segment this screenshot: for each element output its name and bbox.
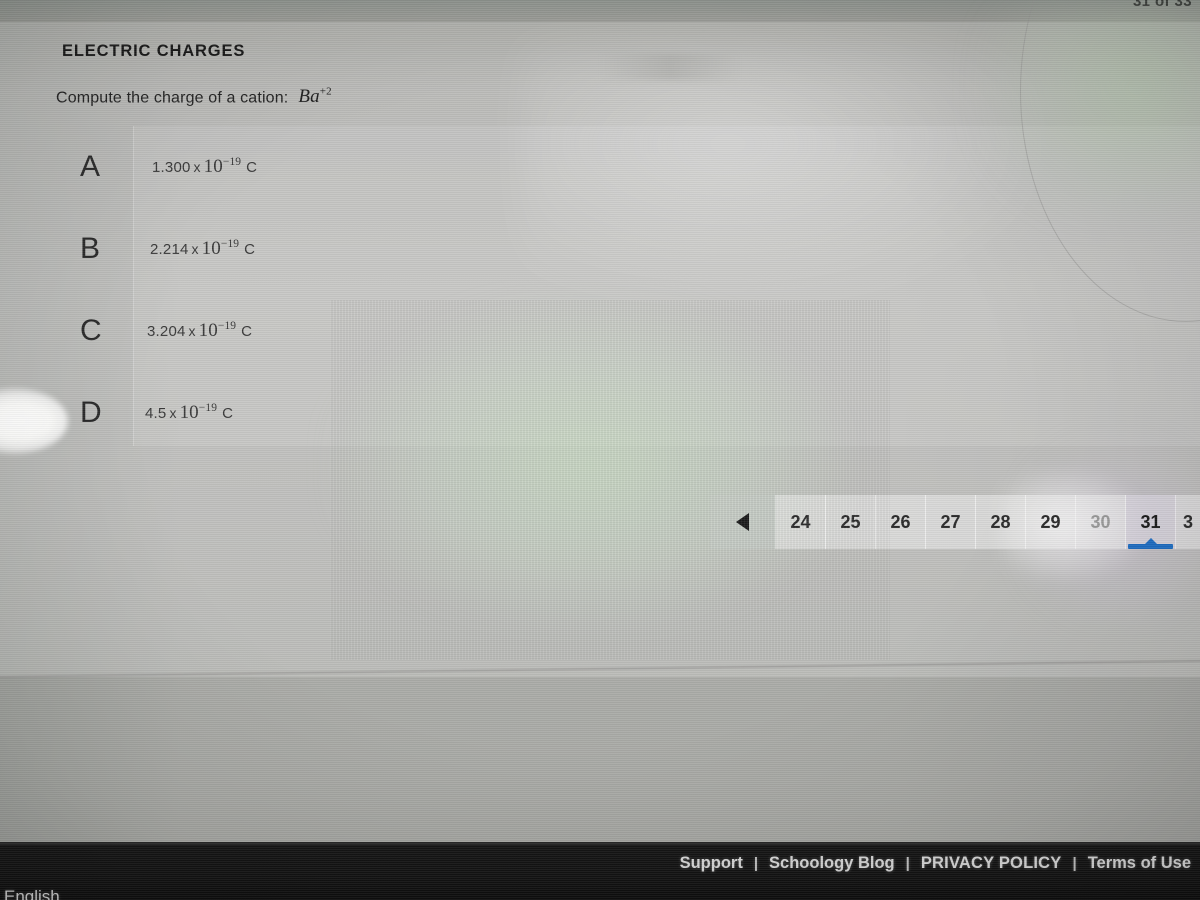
question-prompt: Compute the charge of a cation: Ba+2 — [56, 86, 332, 108]
option-exponent: −19 — [198, 402, 218, 414]
footer-link-privacy-policy[interactable]: PRIVACY POLICY — [912, 854, 1071, 873]
question-counter: 31 of 33 — [1132, 0, 1192, 10]
footer-top-edge — [0, 842, 1200, 845]
option-letter: C — [80, 314, 102, 347]
option-base: 10 — [203, 156, 223, 177]
pagination[interactable]: 24 25 26 27 28 29 30 31 3 — [710, 495, 1200, 549]
page-number: 26 — [890, 511, 911, 532]
page-title: ELECTRIC CHARGES — [62, 42, 246, 60]
option-mantissa: 1.300 — [152, 159, 191, 176]
page-number: 3 — [1183, 511, 1194, 532]
question-prompt-text: Compute the charge of a cation: — [56, 89, 289, 107]
language-selector[interactable]: English — [4, 887, 60, 900]
triangle-left-icon — [736, 513, 749, 531]
option-exponent: −19 — [217, 320, 237, 332]
answer-option-b[interactable]: B 2.214 x 10−19 C — [0, 208, 1200, 290]
footer-separator: | — [753, 855, 759, 872]
option-letter: B — [80, 232, 101, 265]
page-number: 29 — [1040, 511, 1061, 532]
option-unit: C — [222, 405, 233, 422]
option-mantissa: 3.204 — [147, 323, 186, 340]
option-times-symbol: x — [193, 159, 201, 175]
option-letter: D — [80, 396, 102, 429]
page-number: 28 — [990, 511, 1011, 532]
answer-options-list: A 1.300 x 10−19 C B 2.214 x 10−19 C C 3.204 x 10… — [0, 126, 1200, 454]
option-times-symbol: x — [191, 241, 199, 257]
pagination-page-24[interactable]: 24 — [776, 495, 826, 549]
active-page-underline — [1128, 544, 1173, 549]
option-unit: C — [244, 241, 256, 258]
page-number: 30 — [1090, 511, 1111, 532]
screenshot-root: 31 of 33 ELECTRIC CHARGES Compute the ch… — [0, 0, 1200, 900]
pagination-page-25[interactable]: 25 — [826, 495, 876, 549]
option-times-symbol: x — [188, 323, 196, 339]
pagination-prev-button[interactable] — [710, 495, 776, 549]
footer-links: Support | Schoology Blog | PRIVACY POLIC… — [671, 854, 1200, 873]
option-mantissa: 2.214 — [150, 241, 189, 258]
option-value: 3.204 x 10−19 C — [147, 320, 252, 342]
pagination-page-31-active[interactable]: 31 — [1126, 495, 1176, 549]
question-formula: Ba+2 — [298, 86, 331, 107]
option-value: 4.5 x 10−19 C — [145, 402, 233, 424]
option-base: 10 — [179, 402, 199, 423]
footer-separator: | — [905, 855, 910, 872]
footer-link-schoology-blog[interactable]: Schoology Blog — [760, 854, 904, 873]
footer-link-terms-of-use[interactable]: Terms of Use — [1079, 854, 1200, 873]
option-letter: A — [80, 150, 101, 183]
option-mantissa: 4.5 — [145, 405, 167, 422]
pagination-page-28[interactable]: 28 — [976, 495, 1026, 549]
option-unit: C — [246, 159, 258, 176]
pagination-page-next-partial[interactable]: 3 — [1176, 495, 1200, 549]
page-number: 24 — [790, 511, 811, 532]
answer-option-a[interactable]: A 1.300 x 10−19 C — [0, 126, 1200, 208]
footer-separator: | — [1072, 855, 1077, 872]
page-number: 25 — [840, 511, 861, 532]
option-exponent: −19 — [222, 156, 242, 168]
pagination-page-29[interactable]: 29 — [1026, 495, 1076, 549]
page-number: 27 — [940, 511, 961, 532]
footer-link-support[interactable]: Support — [671, 854, 752, 873]
pagination-page-26[interactable]: 26 — [876, 495, 926, 549]
formula-base: Ba — [298, 86, 320, 108]
pagination-page-27[interactable]: 27 — [926, 495, 976, 549]
answer-option-d[interactable]: D 4.5 x 10−19 C — [0, 372, 1200, 454]
option-exponent: −19 — [220, 238, 240, 250]
option-times-symbol: x — [169, 405, 177, 421]
page-number: 31 — [1140, 511, 1161, 532]
pagination-page-30[interactable]: 30 — [1076, 495, 1126, 549]
option-base: 10 — [198, 320, 218, 341]
option-base: 10 — [201, 238, 221, 259]
formula-superscript: +2 — [319, 86, 332, 98]
option-value: 2.214 x 10−19 C — [150, 238, 255, 260]
answer-option-c[interactable]: C 3.204 x 10−19 C — [0, 290, 1200, 372]
option-value: 1.300 x 10−19 C — [152, 156, 257, 178]
site-footer: Support | Schoology Blog | PRIVACY POLIC… — [0, 842, 1200, 900]
option-unit: C — [241, 323, 253, 340]
